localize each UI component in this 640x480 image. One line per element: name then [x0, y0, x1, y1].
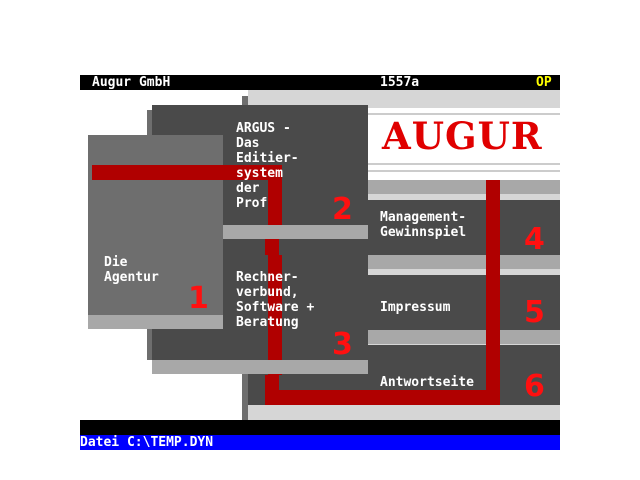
company-name: Augur GmbH — [92, 75, 171, 90]
red-path-right — [486, 180, 500, 405]
tile-management-label: Management- Gewinnspiel — [380, 210, 467, 240]
tile-argus-number: 2 — [332, 192, 353, 227]
tile-rechner-ledge — [152, 360, 368, 374]
logo-ledge — [368, 180, 560, 194]
tile-antwort-label[interactable]: Antwortseite — [380, 375, 474, 390]
tile-argus-ledge — [223, 225, 368, 239]
tile-antwort-number: 6 — [524, 369, 545, 404]
red-path-bottom — [265, 390, 500, 405]
tile-agentur-number: 1 — [188, 281, 209, 316]
tile-agentur-ledge — [88, 315, 223, 329]
tile-impressum-ledge — [368, 330, 560, 344]
status-flag: OP — [536, 75, 552, 90]
tile-agentur-label: Die Agentur — [104, 255, 159, 285]
status-bar: Datei C:\TEMP.DYN — [80, 435, 560, 450]
tile-management-number: 4 — [524, 222, 545, 257]
separator-bar — [80, 420, 560, 435]
tile-rechner-number: 3 — [332, 327, 353, 362]
tile-impressum-number: 5 — [524, 295, 545, 330]
page-code: 1557a — [380, 75, 420, 90]
augur-logo: AUGUR — [382, 114, 543, 158]
tile-management-ledge — [368, 255, 560, 269]
red-path-2 — [265, 239, 279, 255]
red-path-1 — [268, 180, 282, 225]
tile-rechner-label[interactable]: Rechner- verbund, Software + Beratung — [236, 270, 314, 330]
title-bar: Augur GmbH 1557a OP — [80, 75, 560, 90]
tile-impressum-label: Impressum — [380, 300, 451, 315]
